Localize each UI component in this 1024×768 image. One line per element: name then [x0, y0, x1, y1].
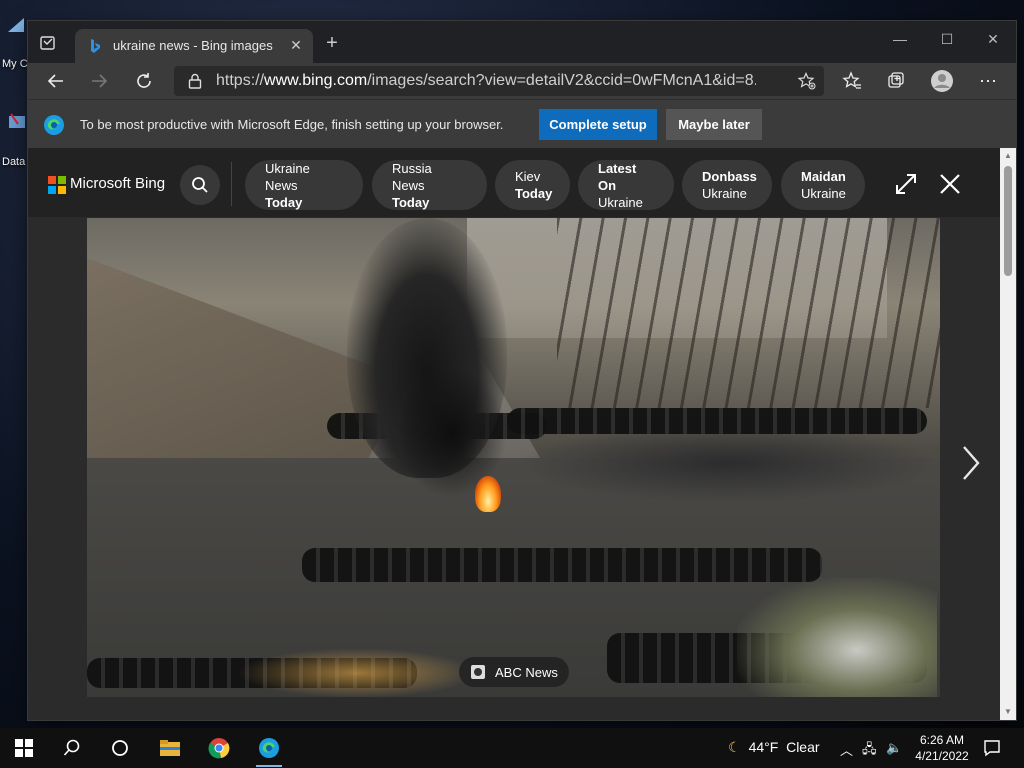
- image-source-badge[interactable]: ABC News: [459, 657, 569, 687]
- volume-icon[interactable]: 🔈: [886, 740, 902, 756]
- desktop-icon-label: Data: [2, 156, 26, 168]
- weather-widget[interactable]: ☾ 44°F Clear: [728, 739, 820, 756]
- profile-avatar-icon[interactable]: [928, 67, 956, 95]
- address-bar[interactable]: https://www.bing.com/images/search?view=…: [174, 66, 824, 96]
- setup-infobar: To be most productive with Microsoft Edg…: [28, 99, 1016, 149]
- active-app-indicator: [256, 765, 282, 767]
- chip-line2: Ukraine: [702, 186, 747, 201]
- bing-header: Microsoft Bing Ukraine News Today Russia…: [28, 148, 1000, 217]
- related-chip-ukraine-news[interactable]: Ukraine News Today: [245, 160, 363, 210]
- notifications-icon[interactable]: [980, 736, 1004, 760]
- related-chip-donbass[interactable]: Donbass Ukraine: [682, 160, 772, 210]
- lock-icon[interactable]: [188, 73, 202, 89]
- microsoft-logo-icon[interactable]: [48, 176, 66, 194]
- tab-actions-icon[interactable]: [38, 33, 58, 53]
- weather-temp: 44°F: [748, 739, 779, 755]
- infobar-message: To be most productive with Microsoft Edg…: [80, 117, 504, 132]
- taskbar: ☾ 44°F Clear ︿ 🖧 🔈 6:26 AM 4/21/2022: [0, 728, 1024, 768]
- computer-icon: [6, 14, 28, 36]
- search-icon[interactable]: [60, 736, 84, 760]
- forward-icon[interactable]: [85, 67, 113, 95]
- maximize-icon[interactable]: ☐: [931, 27, 963, 51]
- source-logo-icon: [471, 665, 485, 679]
- next-image-icon[interactable]: [956, 443, 984, 483]
- photo-debris: [237, 648, 477, 697]
- bing-brand[interactable]: Microsoft Bing: [70, 175, 165, 192]
- chip-line1: Kiev: [515, 169, 541, 184]
- favorites-icon[interactable]: [838, 67, 866, 95]
- search-icon[interactable]: [180, 165, 220, 205]
- title-bar: ukraine news - Bing images ✕ + — ☐ ✕: [28, 21, 1016, 63]
- add-favorite-icon[interactable]: [797, 72, 816, 90]
- related-chip-maidan[interactable]: Maidan Ukraine: [781, 160, 865, 210]
- related-chip-kiev[interactable]: Kiev Today: [495, 160, 570, 210]
- clock-time: 6:26 AM: [919, 733, 965, 747]
- chip-line1: Latest On: [598, 160, 637, 193]
- source-name: ABC News: [495, 664, 558, 680]
- folder-icon: [6, 110, 28, 132]
- scroll-up-icon[interactable]: ▲: [1004, 152, 1012, 160]
- weather-condition: Clear: [786, 739, 820, 755]
- expand-icon[interactable]: [894, 172, 918, 196]
- edge-logo-icon: [43, 114, 65, 136]
- chrome-icon[interactable]: [207, 736, 231, 760]
- maybe-later-button[interactable]: Maybe later: [666, 109, 762, 140]
- photo-trees: [557, 218, 940, 408]
- photo-debris: [737, 578, 937, 697]
- task-view-icon[interactable]: [108, 736, 132, 760]
- tab-close-icon[interactable]: ✕: [287, 36, 305, 54]
- chip-line1: Maidan: [801, 169, 846, 184]
- collections-icon[interactable]: [882, 67, 910, 95]
- bing-image-viewer: Microsoft Bing Ukraine News Today Russia…: [28, 148, 1000, 720]
- browser-window: ukraine news - Bing images ✕ + — ☐ ✕ htt…: [28, 21, 1016, 720]
- chip-line2: Ukraine: [801, 186, 846, 201]
- header-divider: [231, 162, 232, 206]
- new-tab-icon[interactable]: +: [322, 33, 342, 53]
- photo-tire-barricade: [507, 408, 927, 434]
- bing-favicon-icon: [87, 38, 103, 54]
- clock-date: 4/21/2022: [915, 749, 969, 763]
- url-text: https://www.bing.com/images/search?view=…: [216, 72, 756, 89]
- chip-line2: Today: [265, 194, 303, 210]
- refresh-icon[interactable]: [130, 67, 158, 95]
- network-icon[interactable]: 🖧: [862, 740, 877, 762]
- chip-line1: Ukraine News: [265, 160, 310, 193]
- close-viewer-icon[interactable]: [938, 172, 962, 196]
- tab-title: ukraine news - Bing images: [113, 38, 273, 53]
- chip-line2: Today: [515, 186, 553, 201]
- windows-start-icon[interactable]: [12, 736, 36, 760]
- file-explorer-icon[interactable]: [158, 736, 182, 760]
- chip-line1: Donbass: [702, 169, 757, 184]
- more-options-icon[interactable]: ⋯: [974, 67, 1002, 95]
- show-hidden-icons-icon[interactable]: ︿: [840, 740, 853, 759]
- minimize-icon[interactable]: —: [884, 27, 916, 51]
- chip-line2: Today: [392, 194, 430, 210]
- taskbar-clock[interactable]: 6:26 AM 4/21/2022: [908, 732, 976, 764]
- window-close-icon[interactable]: ✕: [977, 27, 1009, 51]
- chip-line2: Ukraine: [598, 194, 643, 210]
- browser-tab[interactable]: ukraine news - Bing images ✕: [75, 29, 313, 63]
- desktop-icon-label: My C: [2, 58, 28, 70]
- news-photo[interactable]: [87, 218, 940, 697]
- edge-taskbar-icon[interactable]: [257, 736, 281, 760]
- page-scrollbar[interactable]: ▲ ▼: [1000, 148, 1016, 720]
- browser-toolbar: https://www.bing.com/images/search?view=…: [28, 63, 1016, 99]
- related-chip-russia-news[interactable]: Russia News Today: [372, 160, 487, 210]
- complete-setup-button[interactable]: Complete setup: [539, 109, 657, 140]
- photo-crowd: [517, 423, 937, 503]
- chip-line1: Russia News: [392, 160, 432, 193]
- scroll-down-icon[interactable]: ▼: [1004, 708, 1012, 716]
- photo-fire: [475, 476, 501, 512]
- scrollbar-thumb[interactable]: [1004, 166, 1012, 276]
- photo-tire-barricade: [302, 548, 822, 582]
- related-chip-latest-on-ukraine[interactable]: Latest On Ukraine: [578, 160, 674, 210]
- back-icon[interactable]: [42, 67, 70, 95]
- moon-icon: ☾: [728, 739, 741, 755]
